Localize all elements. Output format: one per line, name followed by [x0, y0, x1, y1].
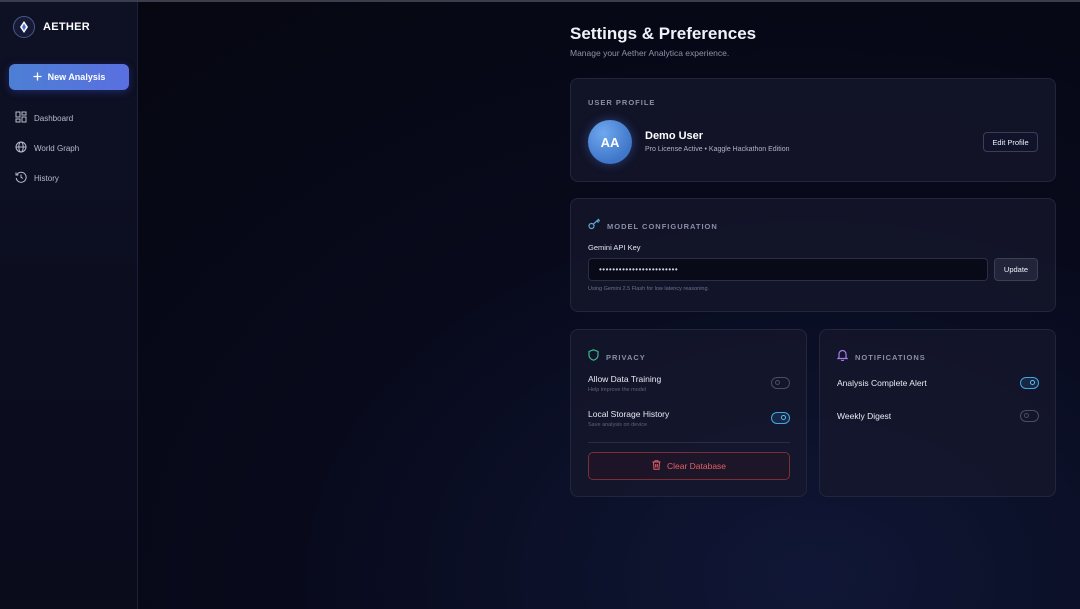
setting-description: Save analysis on device [588, 422, 648, 428]
model-hint: Using Gemini 2.5 Flash for low latency r… [588, 286, 710, 292]
sidebar-item-label: World Graph [34, 143, 80, 153]
clear-database-button[interactable]: Clear Database [588, 452, 790, 480]
privacy-card: PRIVACY Allow Data Training Help improve… [570, 329, 807, 497]
sidebar-item-history[interactable]: History [15, 169, 79, 187]
allow-data-training-toggle[interactable] [771, 377, 790, 389]
setting-row-weekly-digest: Weekly Digest [837, 410, 1039, 422]
window-top-border [0, 0, 1080, 2]
shield-icon [588, 348, 599, 366]
section-label: NOTIFICATIONS [855, 352, 926, 362]
new-analysis-label: New Analysis [47, 72, 106, 82]
clear-database-label: Clear Database [666, 461, 727, 471]
setting-title: Weekly Digest [837, 411, 892, 421]
sidebar-item-world-graph[interactable]: World Graph [15, 139, 79, 157]
page-title: Settings & Preferences [570, 24, 757, 43]
dashboard-icon [15, 111, 27, 125]
divider [588, 442, 790, 443]
setting-title: Allow Data Training [588, 374, 662, 384]
setting-row-allow-data-training: Allow Data Training Help improve the mod… [588, 374, 790, 393]
bell-icon [836, 348, 849, 366]
page-subtitle: Manage your Aether Analytica experience. [570, 48, 730, 58]
section-label: USER PROFILE [588, 98, 656, 107]
key-icon [588, 217, 601, 235]
aether-logo-icon [13, 16, 35, 38]
update-api-key-button[interactable]: Update [994, 258, 1038, 281]
brand[interactable]: AETHER [13, 16, 90, 38]
setting-row-analysis-complete-alert: Analysis Complete Alert [837, 377, 1039, 389]
user-license: Pro License Active • Kaggle Hackathon Ed… [645, 146, 790, 153]
history-icon [15, 171, 27, 185]
model-config-header: MODEL CONFIGURATION [588, 217, 718, 235]
user-name: Demo User [645, 130, 704, 142]
notifications-card: NOTIFICATIONS Analysis Complete Alert We… [819, 329, 1056, 497]
avatar: AA [588, 120, 632, 164]
trash-icon [652, 460, 661, 472]
setting-title: Local Storage History [588, 409, 670, 419]
new-analysis-button[interactable]: New Analysis [9, 64, 129, 90]
sidebar-item-dashboard[interactable]: Dashboard [15, 109, 79, 127]
notifications-header: NOTIFICATIONS [836, 348, 926, 366]
setting-title: Analysis Complete Alert [837, 378, 927, 388]
section-label: PRIVACY [606, 352, 646, 362]
user-profile-card: USER PROFILE AA Demo User Pro License Ac… [570, 78, 1056, 182]
brand-name: AETHER [43, 21, 91, 33]
section-label: MODEL CONFIGURATION [607, 221, 718, 231]
globe-icon [15, 141, 27, 155]
analysis-complete-alert-toggle[interactable] [1020, 377, 1039, 389]
model-configuration-card: MODEL CONFIGURATION Gemini API Key •••••… [570, 198, 1056, 312]
edit-profile-button[interactable]: Edit Profile [983, 132, 1038, 152]
sidebar-item-label: Dashboard [34, 113, 74, 123]
api-key-label: Gemini API Key [588, 243, 641, 252]
local-storage-history-toggle[interactable] [771, 412, 790, 424]
sidebar-nav: Dashboard World Graph History [15, 109, 79, 199]
setting-row-local-storage-history: Local Storage History Save analysis on d… [588, 409, 790, 428]
weekly-digest-toggle[interactable] [1020, 410, 1039, 422]
sidebar: AETHER New Analysis Dashboard World Grap… [0, 2, 138, 609]
privacy-header: PRIVACY [588, 348, 646, 366]
sidebar-item-label: History [34, 173, 59, 183]
setting-description: Help improve the model [588, 387, 647, 393]
plus-icon [33, 72, 42, 83]
api-key-input[interactable]: •••••••••••••••••••••••• [588, 258, 988, 281]
